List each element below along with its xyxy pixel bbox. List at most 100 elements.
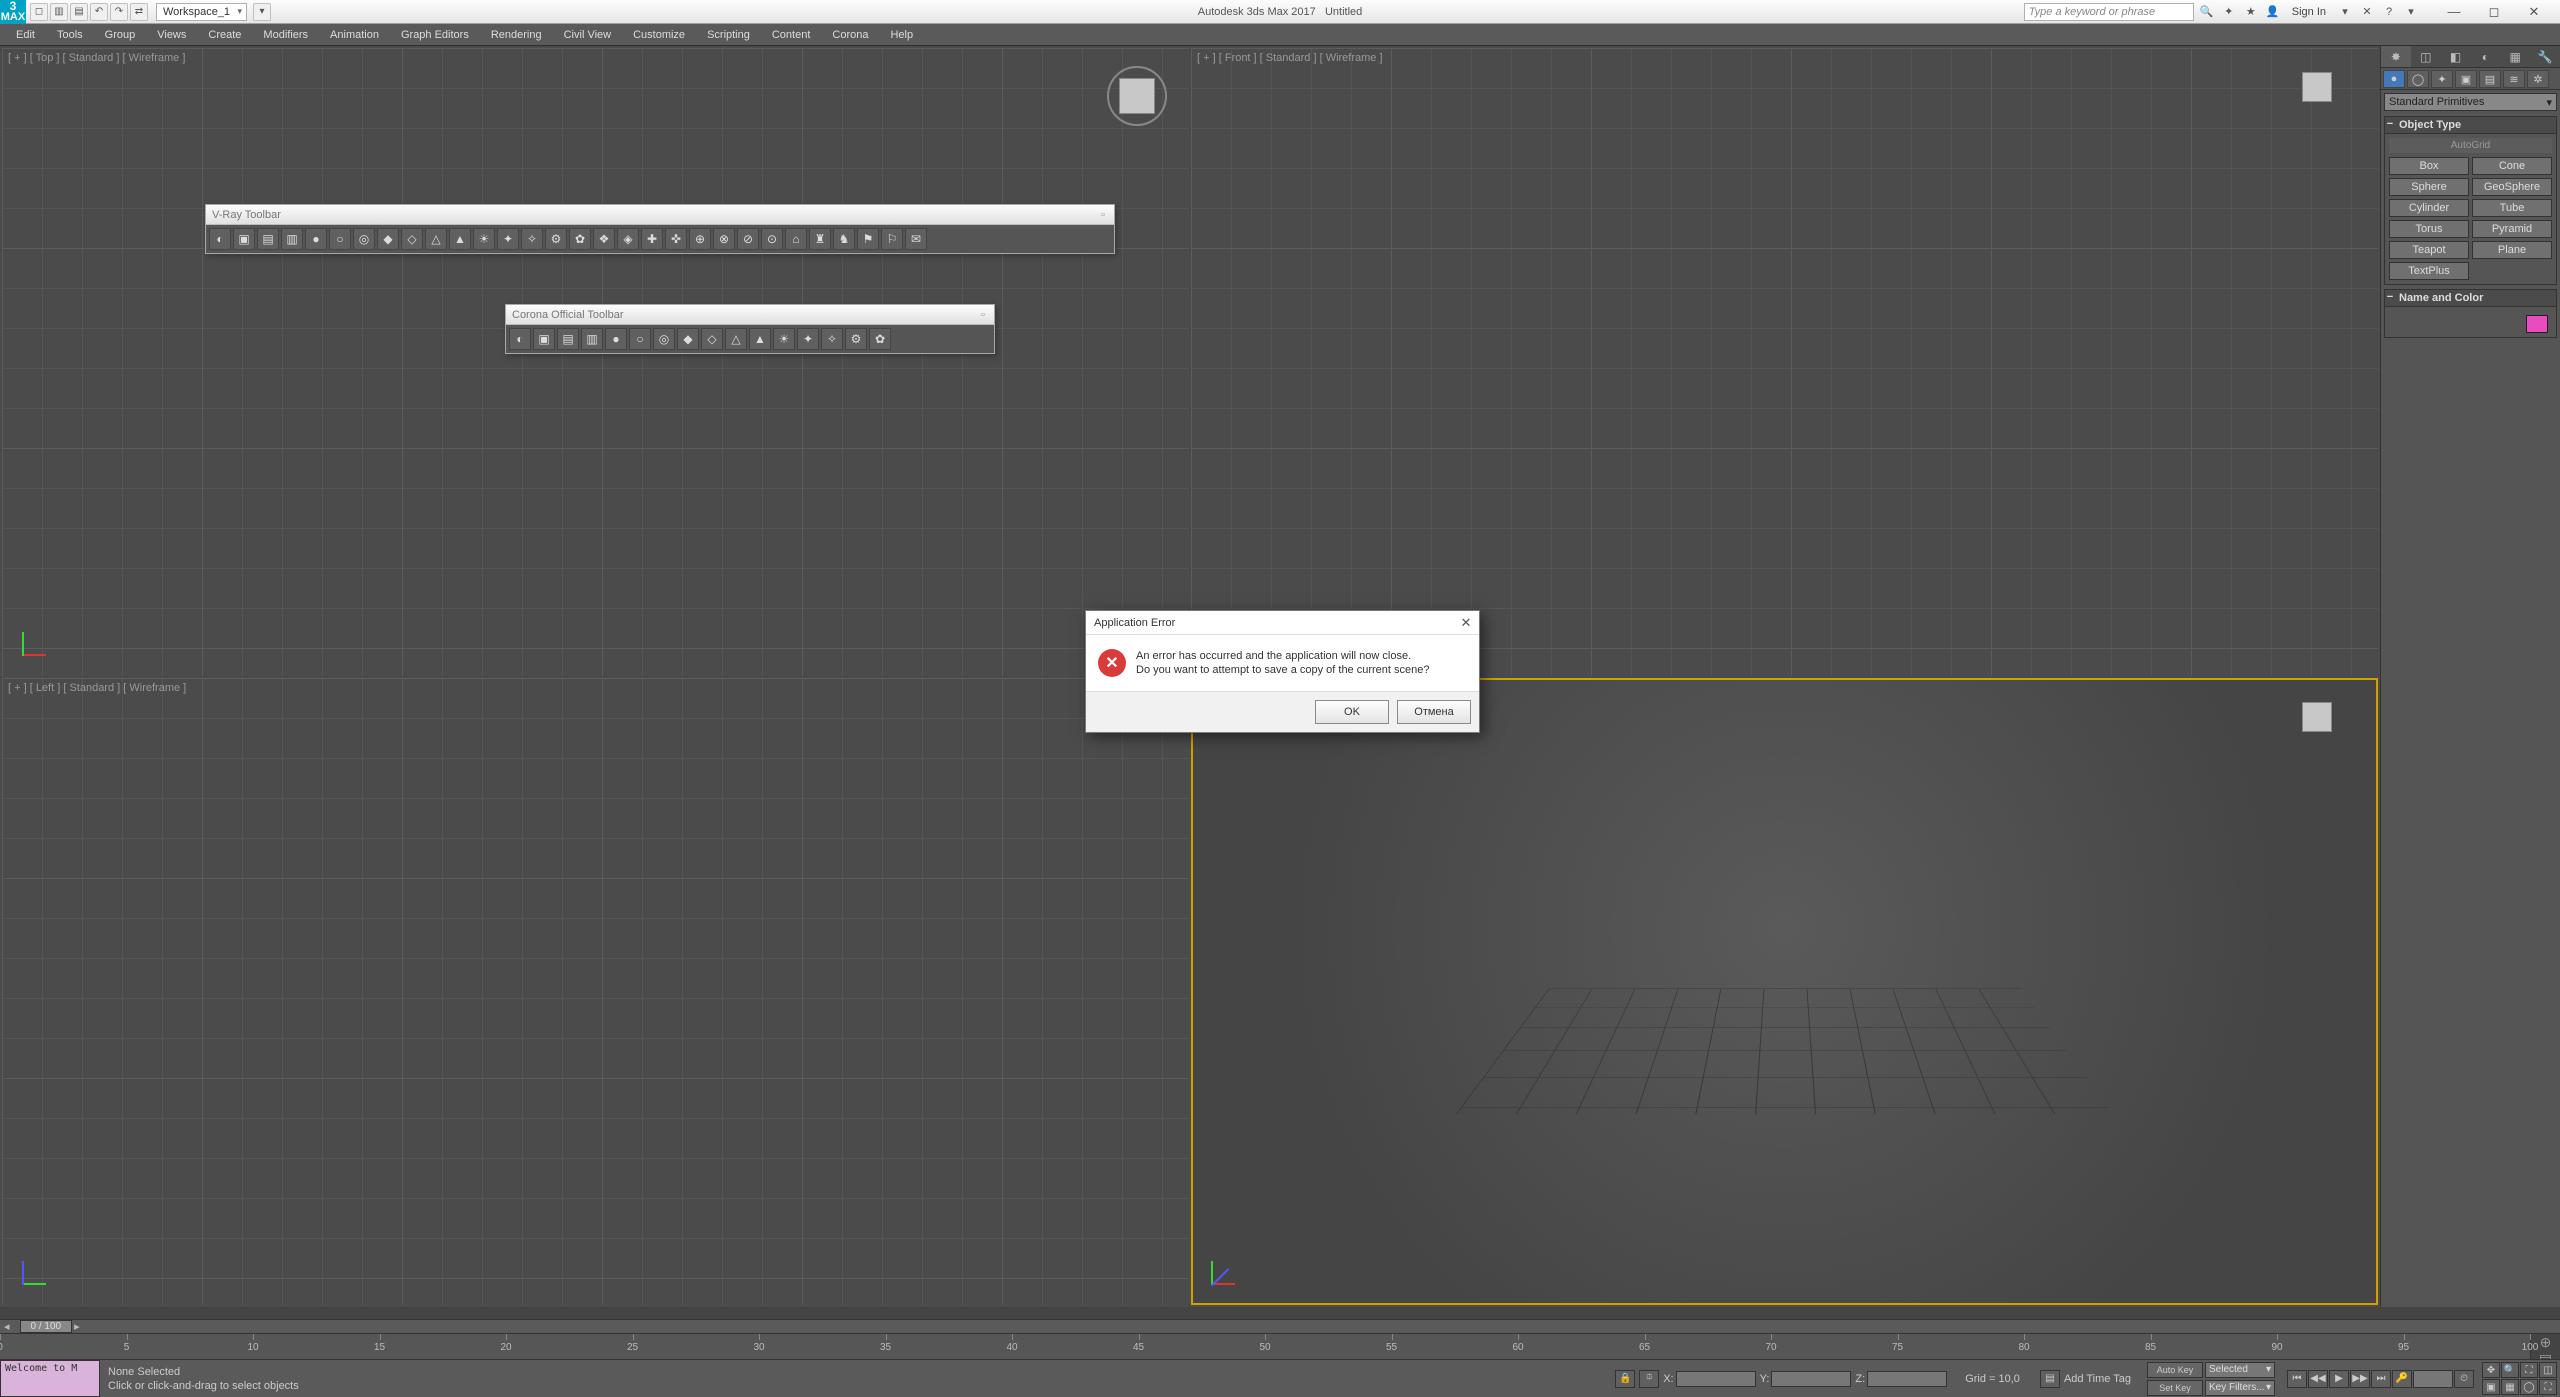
y-input[interactable] [1771, 1371, 1851, 1387]
menu-create[interactable]: Create [198, 27, 251, 43]
menu-help[interactable]: Help [880, 27, 923, 43]
dialog-close-icon[interactable]: ✕ [1457, 614, 1475, 632]
orbit-icon[interactable]: ◯ [2520, 1379, 2538, 1395]
toolbar-button-icon[interactable]: ▤ [557, 328, 579, 350]
time-ruler[interactable]: 0510152025303540455055606570758085909510… [0, 1333, 2560, 1359]
primitive-torus-button[interactable]: Torus [2389, 220, 2469, 238]
qat-open-icon[interactable]: ▥ [50, 3, 68, 21]
qat-redo-icon[interactable]: ↷ [110, 3, 128, 21]
toolbar-button-icon[interactable]: ◈ [617, 228, 639, 250]
autogrid-checkbox[interactable]: AutoGrid [2389, 138, 2552, 153]
lock-selection-icon[interactable]: 🔒 [1615, 1370, 1635, 1388]
favorites-icon[interactable]: ★ [2242, 3, 2260, 21]
toolbar-button-icon[interactable]: ✧ [821, 328, 843, 350]
key-filters-button[interactable]: Key Filters... [2205, 1380, 2275, 1396]
search-go-icon[interactable]: 🔍 [2198, 3, 2216, 21]
vray-toolbar[interactable]: V-Ray Toolbar ▫ ◐▣▤▥●○◎◆◇△▲☀✦✧⚙✿❖◈✚✜⊕⊗⊘⊙… [205, 204, 1115, 254]
menu-graph-editors[interactable]: Graph Editors [391, 27, 479, 43]
primitive-textplus-button[interactable]: TextPlus [2389, 262, 2469, 280]
menu-civil-view[interactable]: Civil View [554, 27, 621, 43]
tab-motion-icon[interactable]: ◐ [2470, 46, 2500, 67]
app-logo[interactable]: 3MAX [0, 0, 26, 24]
toolbar-button-icon[interactable]: ⊘ [737, 228, 759, 250]
workspace-more-icon[interactable]: ▾ [253, 3, 271, 21]
primitive-cone-button[interactable]: Cone [2472, 157, 2552, 175]
toolbar-button-icon[interactable]: ▤ [257, 228, 279, 250]
viewport-perspective[interactable] [1191, 678, 2378, 1306]
menu-scripting[interactable]: Scripting [697, 27, 760, 43]
toolbar-button-icon[interactable]: ☀ [473, 228, 495, 250]
subtab-spacewarps-icon[interactable]: ≋ [2503, 70, 2525, 88]
toolbar-button-icon[interactable]: ◐ [209, 228, 231, 250]
time-slider-thumb[interactable]: 0 / 100 [20, 1320, 73, 1333]
qat-undo-icon[interactable]: ↶ [90, 3, 108, 21]
primitive-pyramid-button[interactable]: Pyramid [2472, 220, 2552, 238]
viewport-label[interactable]: [ + ] [ Left ] [ Standard ] [ Wireframe … [8, 682, 186, 694]
menu-views[interactable]: Views [147, 27, 196, 43]
toolbar-button-icon[interactable]: ● [605, 328, 627, 350]
menu-modifiers[interactable]: Modifiers [253, 27, 318, 43]
viewcube-icon[interactable] [2296, 66, 2356, 126]
dialog-titlebar[interactable]: Application Error ✕ [1086, 611, 1479, 635]
window-close-button[interactable]: ✕ [2514, 0, 2554, 24]
primitive-category-dropdown[interactable]: Standard Primitives [2384, 93, 2557, 111]
primitive-tube-button[interactable]: Tube [2472, 199, 2552, 217]
prev-frame-icon[interactable]: ◀◀ [2308, 1370, 2328, 1388]
zoom-icon[interactable]: 🔍 [2501, 1362, 2519, 1378]
toolbar-button-icon[interactable]: ▥ [581, 328, 603, 350]
menu-tools[interactable]: Tools [47, 27, 93, 43]
toolbar-button-icon[interactable]: ◆ [677, 328, 699, 350]
goto-end-icon[interactable]: ⏭ [2371, 1370, 2391, 1388]
help-icon[interactable]: ? [2380, 3, 2398, 21]
help-search-input[interactable]: Type a keyword or phrase [2024, 3, 2194, 21]
toolbar-button-icon[interactable]: △ [725, 328, 747, 350]
toolbar-button-icon[interactable]: ▣ [533, 328, 555, 350]
toolbar-button-icon[interactable]: ○ [329, 228, 351, 250]
subtab-lights-icon[interactable]: ✦ [2431, 70, 2453, 88]
zoom-extents-icon[interactable]: ▣ [2482, 1379, 2500, 1395]
key-mode-toggle-icon[interactable]: 🔑 [2392, 1370, 2412, 1388]
time-tag-icon[interactable]: ▤ [2040, 1370, 2060, 1388]
workspace-selector[interactable]: Workspace_1 [156, 3, 247, 21]
pan-icon[interactable]: ✥ [2482, 1362, 2500, 1378]
time-config-icon[interactable]: ⏲ [2454, 1370, 2474, 1388]
toolbar-button-icon[interactable]: ⌂ [785, 228, 807, 250]
abs-rel-icon[interactable]: ⯐ [1639, 1370, 1659, 1388]
subtab-shapes-icon[interactable]: ◯ [2407, 70, 2429, 88]
toolbar-button-icon[interactable]: ◐ [509, 328, 531, 350]
toolbar-button-icon[interactable]: ⊕ [689, 228, 711, 250]
primitive-geosphere-button[interactable]: GeoSphere [2472, 178, 2552, 196]
toolbar-button-icon[interactable]: ◎ [353, 228, 375, 250]
toolbar-button-icon[interactable]: ⚑ [857, 228, 879, 250]
toolbar-titlebar[interactable]: Corona Official Toolbar ▫ [506, 305, 994, 325]
toolbar-button-icon[interactable]: ▣ [233, 228, 255, 250]
time-slider[interactable]: ◂ 0 / 100 ▸ [0, 1319, 2560, 1333]
menu-customize[interactable]: Customize [623, 27, 695, 43]
toolbar-button-icon[interactable]: ▲ [449, 228, 471, 250]
toolbar-button-icon[interactable]: ⚙ [545, 228, 567, 250]
viewcube-icon[interactable] [2296, 696, 2356, 756]
toolbar-button-icon[interactable]: ● [305, 228, 327, 250]
toolbar-titlebar[interactable]: V-Ray Toolbar ▫ [206, 205, 1114, 225]
toolbar-close-icon[interactable]: ▫ [1096, 208, 1110, 222]
signin-button[interactable]: Sign In [2286, 6, 2332, 18]
object-color-swatch[interactable] [2526, 315, 2548, 333]
subtab-systems-icon[interactable]: ✲ [2527, 70, 2549, 88]
tab-modify-icon[interactable]: ◫ [2411, 46, 2441, 67]
toolbar-button-icon[interactable]: ▲ [749, 328, 771, 350]
tab-utilities-icon[interactable]: 🔧 [2530, 46, 2560, 67]
menu-animation[interactable]: Animation [320, 27, 389, 43]
toolbar-button-icon[interactable]: ✿ [569, 228, 591, 250]
signin-dd-icon[interactable]: ▾ [2336, 3, 2354, 21]
zoom-extents-all-icon[interactable]: ▦ [2501, 1379, 2519, 1395]
max-toggle-icon[interactable]: ⛶ [2539, 1379, 2557, 1395]
window-minimize-button[interactable]: ― [2434, 0, 2474, 24]
menu-group[interactable]: Group [95, 27, 146, 43]
qat-new-icon[interactable]: ◻ [30, 3, 48, 21]
tab-hierarchy-icon[interactable]: ◧ [2441, 46, 2471, 67]
primitive-box-button[interactable]: Box [2389, 157, 2469, 175]
viewport-top[interactable]: [ + ] [ Top ] [ Standard ] [ Wireframe ] [2, 48, 1189, 676]
subtab-geometry-icon[interactable]: ● [2383, 70, 2405, 88]
play-icon[interactable]: ▶ [2329, 1370, 2349, 1388]
viewport-label[interactable]: [ + ] [ Top ] [ Standard ] [ Wireframe ] [8, 52, 185, 64]
